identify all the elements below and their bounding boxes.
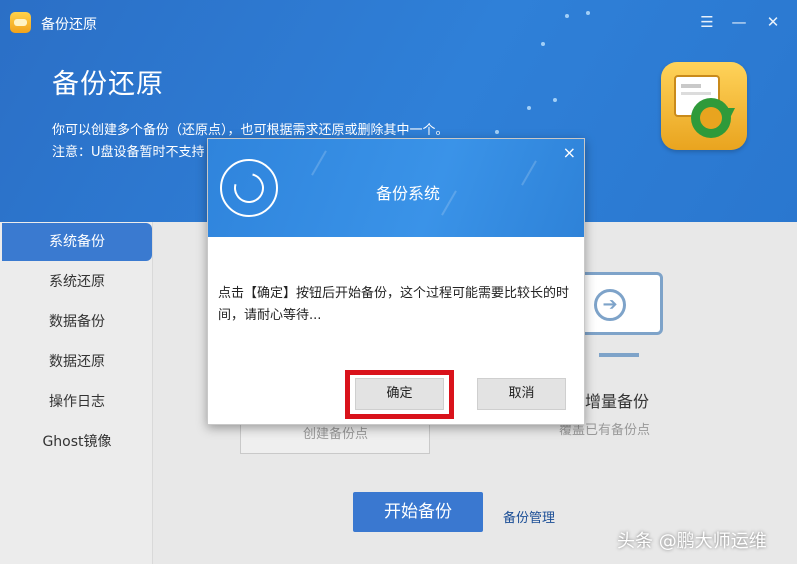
- sidebar-item-data-restore[interactable]: 数据还原: [2, 343, 152, 381]
- decor-streak: [311, 150, 327, 176]
- page-note: 注意：U盘设备暂时不支持: [52, 145, 205, 160]
- page-description: 你可以创建多个备份（还原点），也可根据需求还原或删除其中一个。: [52, 123, 449, 138]
- menu-icon[interactable]: ☰: [697, 12, 717, 32]
- minimize-icon[interactable]: —: [729, 12, 749, 32]
- dialog-title: 备份系统: [376, 184, 441, 203]
- app-icon: [10, 12, 31, 33]
- sidebar-item-system-restore[interactable]: 系统还原: [2, 263, 152, 301]
- cancel-button[interactable]: 取消: [477, 378, 566, 410]
- backup-restore-logo-icon: [661, 62, 747, 150]
- decor-dot: [495, 130, 499, 134]
- title-bar: 备份还原 ☰ — ✕: [0, 0, 797, 44]
- sidebar-item-system-backup[interactable]: 系统备份: [2, 223, 152, 261]
- decor-dot: [553, 98, 557, 102]
- close-icon[interactable]: ✕: [763, 12, 783, 32]
- dialog-header: 备份系统 ×: [208, 139, 584, 237]
- sidebar-item-data-backup[interactable]: 数据备份: [2, 303, 152, 341]
- ok-button[interactable]: 确定: [355, 378, 444, 410]
- decor-streak: [441, 190, 457, 216]
- watermark: 头条 @鹏大师运维: [617, 531, 767, 552]
- backup-manage-link[interactable]: 备份管理: [503, 507, 555, 526]
- monitor-stand: [599, 337, 639, 357]
- dialog-message: 点击【确定】按钮后开始备份，这个过程可能需要比较长的时间，请耐心等待...: [218, 286, 570, 323]
- arrow-right-icon: ➔: [594, 289, 626, 321]
- sidebar: 系统备份 系统还原 数据备份 数据还原 操作日志 Ghost镜像: [0, 222, 153, 564]
- start-backup-button[interactable]: 开始备份: [353, 492, 483, 532]
- backup-refresh-icon: [220, 159, 278, 217]
- dialog-close-icon[interactable]: ×: [563, 143, 576, 162]
- sidebar-item-operation-log[interactable]: 操作日志: [2, 383, 152, 421]
- window-title: 备份还原: [41, 17, 97, 33]
- decor-streak: [521, 160, 537, 186]
- full-backup-card-subtitle: 创建备份点: [303, 427, 369, 442]
- backup-system-dialog: 备份系统 × 点击【确定】按钮后开始备份，这个过程可能需要比较长的时间，请耐心等…: [207, 138, 585, 425]
- decor-dot: [527, 106, 531, 110]
- page-title: 备份还原: [52, 69, 164, 100]
- sidebar-item-ghost-image[interactable]: Ghost镜像: [2, 423, 152, 461]
